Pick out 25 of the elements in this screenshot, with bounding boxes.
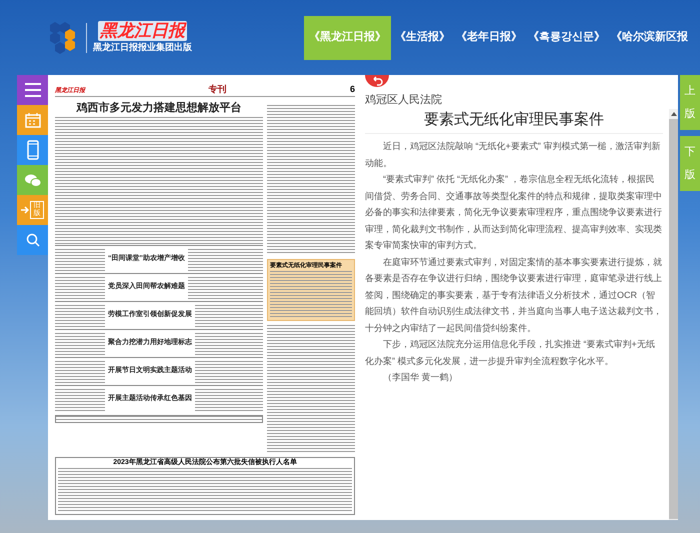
newspaper-tab[interactable]: 《흑룡강신문》: [526, 29, 607, 46]
search-icon: [26, 233, 40, 247]
phone-icon: [26, 140, 38, 160]
back-arrow-icon[interactable]: [365, 75, 389, 89]
sidebar-button[interactable]: [17, 135, 48, 165]
newspaper-tab[interactable]: 《生活报》: [393, 29, 452, 46]
calendar-icon: [24, 112, 40, 128]
article-source: 鸡冠区人民法院: [365, 93, 442, 108]
newspaper-headline: 鸡西市多元发力搭建思想解放平台: [75, 100, 242, 116]
article-paragraph: “要素式审判” 依托 “无纸化办案” ，卷宗信息全程无纸化流转，根据民间借贷、劳务合同、交通事故等类型化案件的特点和规律，提取类案审理中必备的事实和法律要素，简化无争议要素审理程序，重点围绕争议要素进行审理，简化裁判文书制作，从而达到简化审理流程、提高审判效率、实现类案专审简案快审的审判方式。: [365, 173, 663, 252]
newspaper-tab[interactable]: 《老年日报》: [454, 29, 524, 46]
section-label: 专刊: [208, 82, 226, 96]
page-number: 6: [350, 82, 355, 96]
logo-title: 黑龙江日报: [98, 20, 187, 41]
article-paragraph: 下步，鸡冠区法院充分运用信息化手段，扎实推进 “要素式审判+无纸化办案” 模式多元化发展，进一步提升审判全流程数字化水平。: [365, 338, 656, 368]
menu-icon: [24, 83, 40, 97]
article-paragraph: 近日，鸡冠区法院敲响 “无纸化+要素式” 审判模式第一槌，激活审判新动能。: [365, 140, 662, 170]
sidebar-button[interactable]: [17, 75, 48, 105]
logo-subtitle: 黑龙江日报报业集团出版: [93, 40, 192, 54]
newspaper-tab[interactable]: 《哈尔滨新区报: [609, 29, 690, 46]
article-paragraph: （李国华 黄一鹤）: [382, 371, 459, 384]
article-title: 要素式无纸化审理民事案件: [365, 108, 663, 134]
article-paragraph: 在庭审环节通过要素式审判，对固定案情的基本事实要素进行提炼，就各要素是否存在争议进行归纳，围绕争议要素进行审理，庭审笔录进行线上签阅，围绕确定的事实要素，基于专有法律语义分析技术，通过OCR（智能回填）软件自动识别生成法律文书，并当庭向当事人电子送达裁判文书，十分钟之内审结了一起民间借贷纠纷案件。: [365, 256, 663, 334]
chat-bubbles-icon: [24, 174, 40, 186]
sidebar-button[interactable]: [17, 225, 48, 255]
